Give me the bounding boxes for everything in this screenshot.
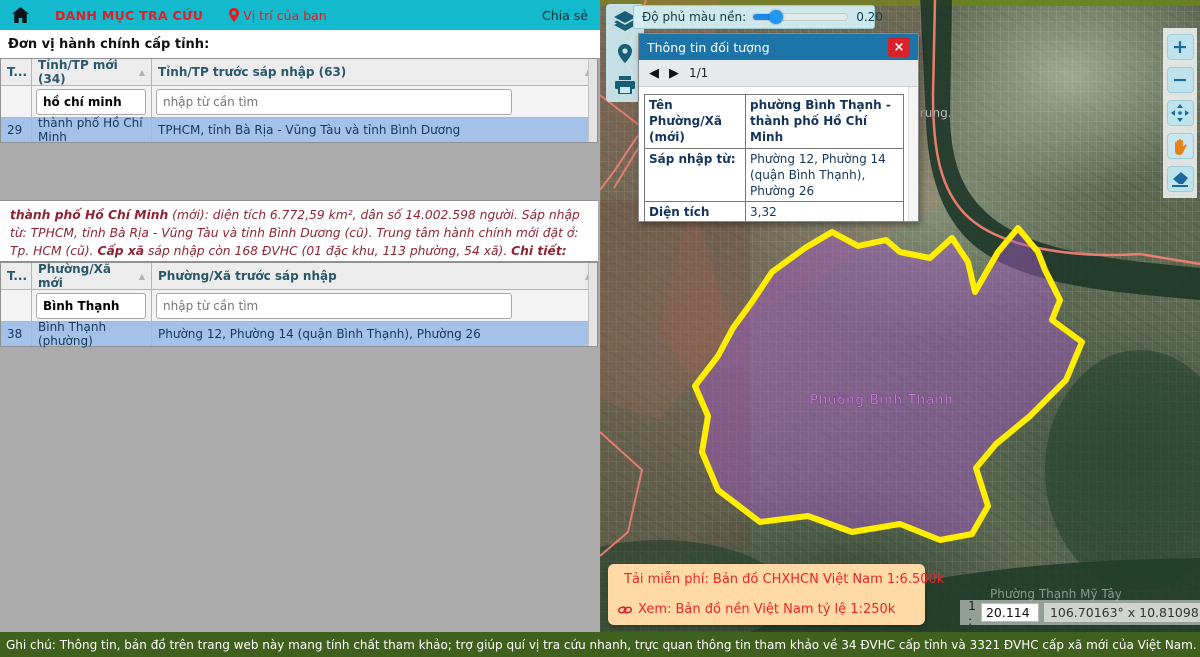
cell-id: 38: [1, 322, 31, 346]
pan-hand-icon[interactable]: [1167, 133, 1194, 159]
ward-row-selected[interactable]: 38 Bình Thạnh (phường) Phường 12, Phường…: [1, 322, 597, 346]
province-filter-input[interactable]: [36, 89, 146, 115]
pager-count: 1/1: [689, 66, 708, 80]
province-header-row: T... Tỉnh/TP mới (34)▲ Tỉnh/TP trước sáp…: [1, 59, 597, 86]
popup-attribute-table: Tên Phường/Xã (mới) phường Bình Thạnh - …: [644, 94, 904, 222]
your-location-link[interactable]: Vị trí của bạn: [229, 8, 326, 23]
sort-asc-icon: ▲: [135, 272, 145, 281]
sort-asc-icon: ▲: [135, 68, 145, 77]
zoom-out-button[interactable]: −: [1167, 67, 1194, 93]
table-row: Tên Phường/Xã (mới) phường Bình Thạnh - …: [645, 95, 903, 149]
popup-title-text: Thông tin đối tượng: [647, 40, 770, 55]
share-button[interactable]: Chia sẻ: [542, 8, 588, 23]
scale-bar: 1 : 106.70163° x 10.81098° ›: [960, 600, 1200, 625]
cell-new-name: Bình Thạnh (phường): [31, 322, 151, 346]
map-toolbar-right: + −: [1163, 28, 1197, 198]
ward-table: T... Phường/Xã mới▲ Phường/Xã trước sáp …: [0, 262, 598, 347]
cell-id: 29: [1, 118, 31, 142]
opacity-label: Độ phủ màu nền:: [642, 10, 746, 24]
link-icon: [618, 604, 632, 616]
scale-prefix: 1 :: [968, 598, 976, 628]
view-basemap-link[interactable]: Xem: Bản đồ nền Việt Nam tỷ lệ 1:250k: [618, 602, 915, 617]
section-title-strip: Đơn vị hành chính cấp tỉnh:: [0, 30, 600, 58]
vegetation-patch: [1045, 350, 1200, 590]
download-box: Tải miễn phí: Bản đồ CHXHCN Việt Nam 1:6…: [608, 564, 925, 625]
summary-province-name: thành phố Hồ Chí Minh: [10, 208, 168, 222]
footer-note: Ghi chú: Thông tin, bản đồ trên trang we…: [6, 638, 1200, 652]
footer-note-bar: Ghi chú: Thông tin, bản đồ trên trang we…: [0, 632, 1200, 657]
col-header-old[interactable]: Tỉnh/TP trước sáp nhập (63)▲: [151, 59, 597, 85]
table-scrollbar[interactable]: [588, 263, 597, 346]
home-icon[interactable]: [12, 7, 29, 23]
menu-danh-muc-tra-cuu[interactable]: DANH MỤC TRA CỨU: [55, 8, 203, 23]
print-icon[interactable]: [612, 73, 638, 97]
ward-filter-input[interactable]: [36, 293, 146, 319]
zoom-in-button[interactable]: +: [1167, 34, 1194, 60]
pan-icon[interactable]: [1167, 100, 1194, 126]
download-map-link[interactable]: Tải miễn phí: Bản đồ CHXHCN Việt Nam 1:6…: [618, 572, 915, 587]
ward-header-row: T... Phường/Xã mới▲ Phường/Xã trước sáp …: [1, 263, 597, 290]
province-table: T... Tỉnh/TP mới (34)▲ Tỉnh/TP trước sáp…: [0, 58, 598, 143]
prev-feature-icon[interactable]: ◀: [649, 67, 659, 80]
province-old-filter-input[interactable]: [156, 89, 512, 115]
top-bar: DANH MỤC TRA CỨU Vị trí của bạn Chia sẻ: [0, 0, 600, 30]
col-header-new[interactable]: Phường/Xã mới▲: [31, 263, 151, 289]
col-header-id[interactable]: T...: [1, 59, 31, 85]
partial-place-label: rung.: [920, 106, 952, 120]
filter-id-cell: [1, 290, 31, 321]
location-pin-icon: [229, 8, 239, 22]
feature-info-popup: Thông tin đối tượng × ◀ ▶ 1/1 Tên Phường…: [638, 33, 919, 222]
opacity-panel: Độ phủ màu nền: 0.20: [633, 5, 875, 29]
ward-old-filter-input[interactable]: [156, 293, 512, 319]
filter-id-cell: [1, 86, 31, 117]
cell-new-name: thành phố Hồ Chí Minh: [31, 118, 151, 142]
popup-titlebar: Thông tin đối tượng ×: [639, 34, 918, 60]
popup-scrollbar[interactable]: [908, 87, 918, 221]
province-row-selected[interactable]: 29 thành phố Hồ Chí Minh TPHCM, tỉnh Bà …: [1, 118, 597, 142]
close-icon[interactable]: ×: [888, 37, 910, 57]
left-panel: DANH MỤC TRA CỨU Vị trí của bạn Chia sẻ …: [0, 0, 600, 632]
col-header-new[interactable]: Tỉnh/TP mới (34)▲: [31, 59, 151, 85]
table-row: Sáp nhập từ: Phường 12, Phường 14 (quận …: [645, 149, 903, 203]
popup-pager-bar: ◀ ▶ 1/1: [639, 60, 918, 87]
region-label: Phường Bình Thạnh: [810, 393, 954, 408]
eraser-icon[interactable]: [1167, 166, 1194, 192]
ward-filter-row: [1, 290, 597, 322]
cursor-coordinates: 106.70163° x 10.81098°: [1044, 603, 1200, 622]
table-scrollbar[interactable]: [588, 59, 597, 142]
province-filter-row: [1, 86, 597, 118]
app-root: DANH MỤC TRA CỨU Vị trí của bạn Chia sẻ …: [0, 0, 1200, 657]
province-summary: thành phố Hồ Chí Minh (mới): diện tích 6…: [0, 200, 598, 262]
faint-place-label: Phường Thạnh Mỹ Tây: [990, 587, 1122, 601]
cell-old-names: Phường 12, Phường 14 (quận Bình Thạnh), …: [151, 322, 597, 346]
page-title: Đơn vị hành chính cấp tỉnh:: [8, 37, 209, 52]
cell-old-names: TPHCM, tỉnh Bà Rịa - Vũng Tàu và tỉnh Bì…: [151, 118, 597, 142]
next-feature-icon[interactable]: ▶: [669, 67, 679, 80]
detail-link[interactable]: Chi tiết: [511, 244, 562, 258]
col-header-id[interactable]: T...: [1, 263, 31, 289]
slider-handle[interactable]: [769, 10, 783, 24]
scale-input[interactable]: [981, 603, 1039, 622]
opacity-slider[interactable]: [752, 13, 848, 21]
opacity-value: 0.20: [856, 10, 883, 24]
locate-pin-icon[interactable]: [612, 41, 638, 65]
table-row: Diện tích (km²) 3,32: [645, 202, 903, 222]
map-panel[interactable]: Phường Bình Thạnh rung. Phường Thạnh Mỹ …: [600, 0, 1200, 632]
col-header-old[interactable]: Phường/Xã trước sáp nhập▲: [151, 263, 597, 289]
